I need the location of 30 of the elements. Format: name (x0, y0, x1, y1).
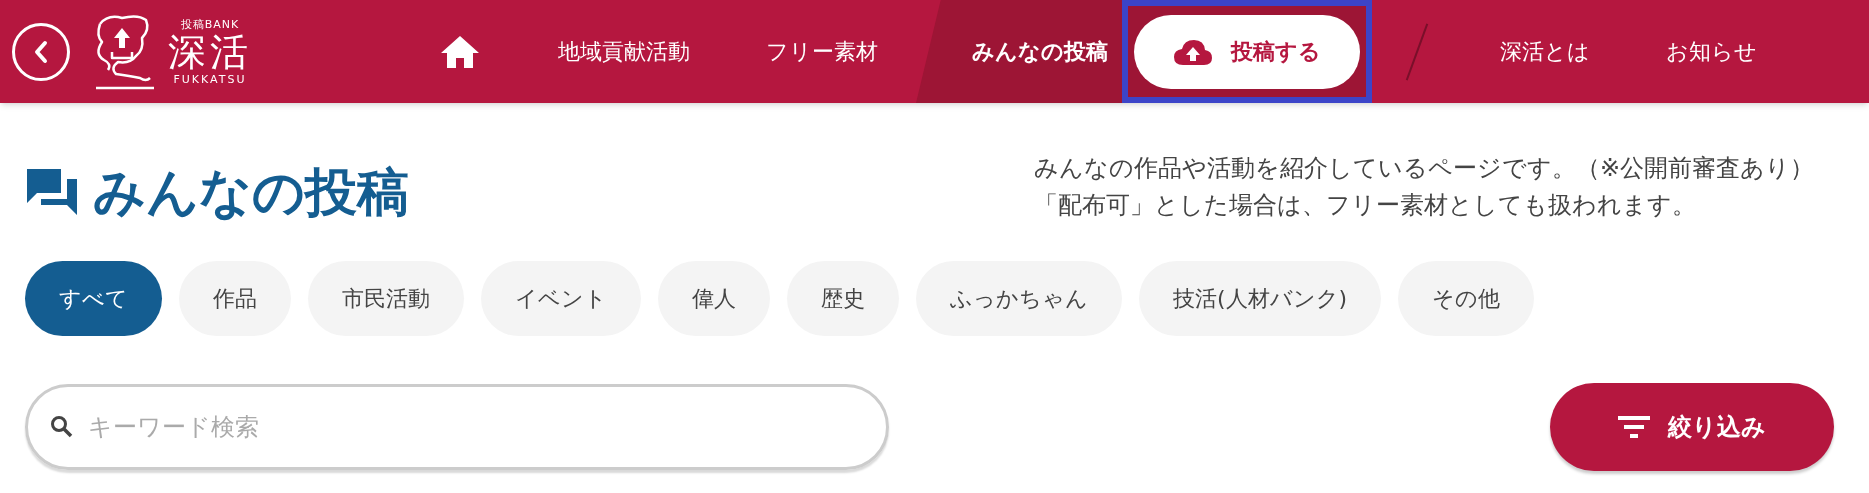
logo-subtitle: FUKKATSU (173, 73, 247, 85)
post-button[interactable]: 投稿する (1134, 14, 1360, 89)
cloud-upload-icon (1173, 37, 1213, 66)
category-chip[interactable]: 歴史 (787, 261, 899, 336)
logo-text: 深活 (168, 29, 252, 74)
description-text: 「配布可」とした場合は、フリー素材としても扱われます。 (1033, 190, 1697, 221)
chat-icon (25, 167, 79, 217)
search-icon (50, 415, 74, 439)
category-chip[interactable]: 市民活動 (308, 261, 464, 336)
category-chip[interactable]: 偉人 (658, 261, 770, 336)
search-field[interactable]: キーワード検索 (25, 384, 889, 470)
category-chip[interactable]: イベント (481, 261, 641, 336)
description-text: みんなの作品や活動を紹介しているページです。（※公開前審査あり） (1033, 153, 1814, 184)
logo-tagline: 投稿BANK (180, 18, 240, 30)
category-chip[interactable]: すべて (25, 261, 162, 336)
nav-link[interactable]: お知らせ (1628, 0, 1795, 103)
back-button[interactable] (12, 22, 70, 81)
home-icon (440, 34, 480, 69)
category-chip[interactable]: 作品 (179, 261, 291, 336)
category-chip[interactable]: ふっかちゃん (916, 261, 1122, 336)
nav-link[interactable]: 地域貢献活動 (520, 0, 728, 103)
nav-link[interactable]: みんなの投稿 (916, 0, 1122, 103)
category-chip[interactable]: その他 (1398, 261, 1535, 336)
nav-link[interactable]: 深活とは (1462, 0, 1628, 103)
filter-button[interactable]: 絞り込み (1550, 383, 1834, 471)
filter-icon (1618, 416, 1650, 438)
search-input[interactable]: キーワード検索 (88, 409, 864, 445)
chevron-left-icon (33, 39, 49, 64)
category-chip[interactable]: 技活(人材バンク) (1139, 261, 1382, 336)
nav-link[interactable]: フリー素材 (728, 0, 916, 103)
